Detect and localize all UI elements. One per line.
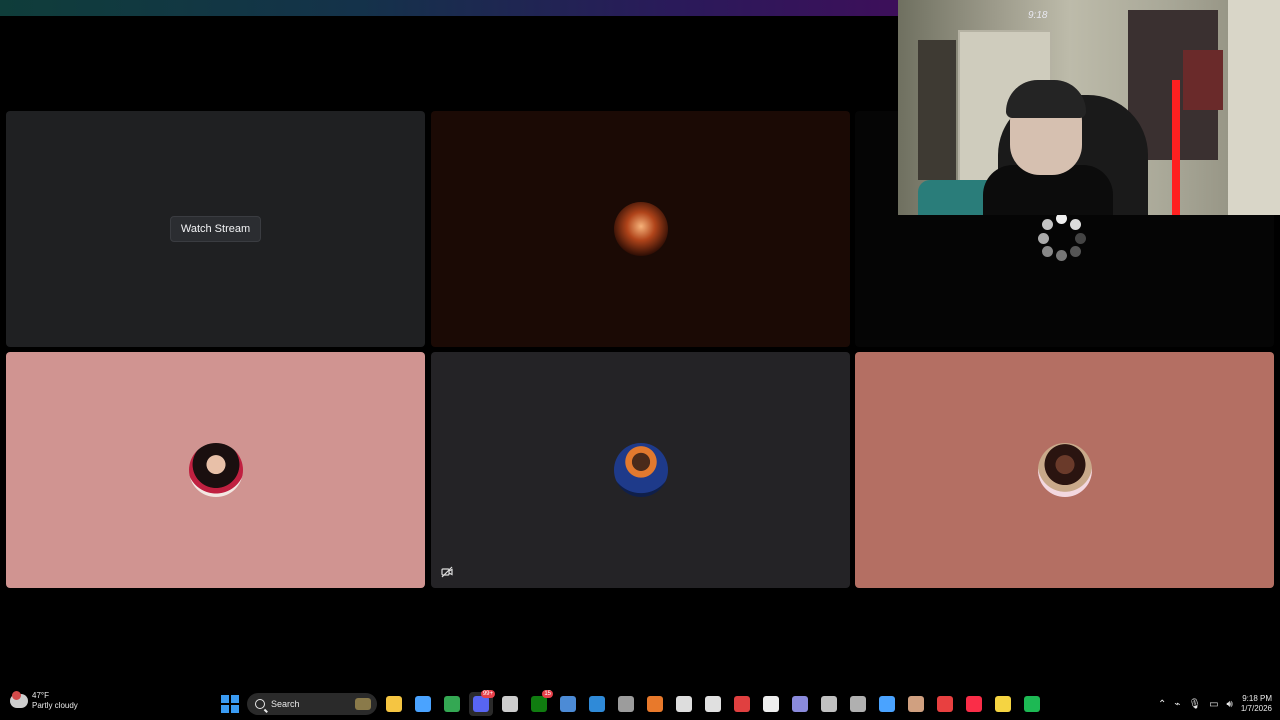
- taskbar-app-button[interactable]: [1020, 692, 1044, 716]
- taskbar-center: Search 99+ 15: [218, 688, 1044, 720]
- volume-icon[interactable]: 🔊︎: [1227, 699, 1233, 710]
- 4k-app-icon: [821, 696, 837, 712]
- taskbar-app-button[interactable]: [933, 692, 957, 716]
- chrome-icon: [444, 696, 460, 712]
- avatar: [613, 202, 668, 256]
- obs-icon: [705, 696, 721, 712]
- participant-tile[interactable]: [431, 352, 850, 588]
- taskbar-search[interactable]: Search: [247, 693, 377, 715]
- chevron-up-icon[interactable]: ⌃: [1158, 699, 1166, 710]
- weather-widget[interactable]: 47°F Partly cloudy: [10, 691, 78, 711]
- taskbar-app-button[interactable]: [440, 692, 464, 716]
- blue-circle-app-icon: [589, 696, 605, 712]
- search-label: Search: [271, 699, 300, 709]
- taskbar-app-button[interactable]: [411, 692, 435, 716]
- window-top-gradient-bar: [0, 0, 898, 16]
- roblox-icon: [763, 696, 779, 712]
- taskbar-app-button[interactable]: [991, 692, 1015, 716]
- watch-stream-button[interactable]: Watch Stream: [169, 216, 262, 242]
- taskbar-app-button[interactable]: [875, 692, 899, 716]
- search-highlight-icon: [355, 698, 371, 710]
- taskbar: 47°F Partly cloudy Search 99+ 15 ⌃ ⌁ 🎙 ▭ …: [0, 688, 1280, 720]
- xbox-icon: [531, 696, 547, 712]
- sticker-app-icon: [908, 696, 924, 712]
- webcam-shelf: [918, 40, 956, 180]
- chat-app-icon: [792, 696, 808, 712]
- taskbar-app-button[interactable]: [846, 692, 870, 716]
- taskbar-app-button[interactable]: [962, 692, 986, 716]
- webcam-led-strip: [1172, 80, 1180, 215]
- taskbar-app-button[interactable]: [904, 692, 928, 716]
- webcam-poster: [1183, 50, 1223, 110]
- pen-app-icon: [676, 696, 692, 712]
- start-button[interactable]: [218, 692, 242, 716]
- video-off-icon: [438, 563, 456, 581]
- notification-badge: 15: [542, 690, 553, 698]
- avatar: [1037, 443, 1092, 497]
- display-icon[interactable]: ▭: [1209, 699, 1218, 710]
- taskbar-app-button[interactable]: [614, 692, 638, 716]
- microphone-icon[interactable]: 🎙: [1188, 699, 1201, 710]
- red-app-icon: [937, 696, 953, 712]
- webcam-person-beanie: [1006, 80, 1086, 118]
- participant-tile[interactable]: [431, 111, 850, 347]
- stripe-app-icon: [850, 696, 866, 712]
- taskbar-app-button[interactable]: [730, 692, 754, 716]
- taskbar-clock[interactable]: 9:18 PM 1/7/2026: [1241, 694, 1272, 714]
- power-app-icon: [734, 696, 750, 712]
- discord-icon: [473, 696, 489, 712]
- weather-condition: Partly cloudy: [32, 701, 78, 710]
- orange-app-icon: [647, 696, 663, 712]
- network-icon[interactable]: ⌁: [1174, 699, 1180, 710]
- ccleaner-icon: [879, 696, 895, 712]
- taskbar-app-button[interactable]: [817, 692, 841, 716]
- webcam-door: [1228, 0, 1280, 215]
- avatar: [613, 443, 668, 497]
- avatar: [188, 443, 243, 497]
- system-tray: ⌃ ⌁ 🎙 ▭ 🔊︎ 9:18 PM 1/7/2026: [1158, 688, 1272, 720]
- taskbar-app-button[interactable]: [643, 692, 667, 716]
- loading-spinner-icon: [1038, 213, 1086, 261]
- taskbar-app-button[interactable]: [585, 692, 609, 716]
- file-explorer-icon: [386, 696, 402, 712]
- taskbar-app-button[interactable]: [788, 692, 812, 716]
- notification-badge: 99+: [480, 690, 495, 698]
- webcam-clock-overlay: 9:18: [1028, 10, 1048, 21]
- clock-time: 9:18 PM: [1242, 694, 1272, 703]
- minecraft-icon: [618, 696, 634, 712]
- weather-cloud-icon: [10, 691, 28, 708]
- search-icon: [255, 699, 265, 709]
- taskbar-app-button[interactable]: [382, 692, 406, 716]
- spotify-icon: [1024, 696, 1040, 712]
- webcam-overlay: 9:18: [898, 0, 1280, 215]
- stream-tile[interactable]: Watch Stream: [6, 111, 425, 347]
- windows-logo-icon: [221, 695, 239, 713]
- participant-tile[interactable]: [855, 352, 1274, 588]
- taskbar-app-button[interactable]: 15: [527, 690, 553, 716]
- taskbar-app-button[interactable]: [498, 692, 522, 716]
- pinned-apps: 99+ 15: [382, 690, 1044, 716]
- music-app-icon: [966, 696, 982, 712]
- epic-games-icon: [502, 696, 518, 712]
- microsoft-store-icon: [415, 696, 431, 712]
- clock-date: 1/7/2026: [1240, 704, 1272, 713]
- weather-temperature: 47°F: [32, 691, 49, 700]
- participant-tile[interactable]: [6, 352, 425, 588]
- taskbar-app-button[interactable]: [672, 692, 696, 716]
- emoji-app-icon: [995, 696, 1011, 712]
- taskbar-app-button[interactable]: [556, 692, 580, 716]
- taskbar-app-button[interactable]: 99+: [469, 690, 495, 716]
- steam-icon: [560, 696, 576, 712]
- taskbar-app-button[interactable]: [759, 692, 783, 716]
- taskbar-app-button[interactable]: [701, 692, 725, 716]
